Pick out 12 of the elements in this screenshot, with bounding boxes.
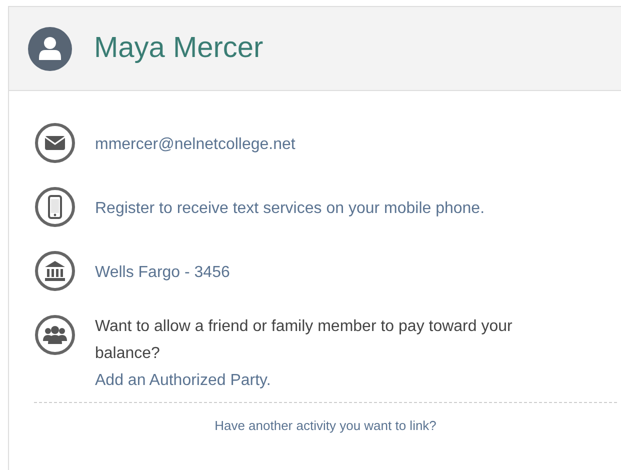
info-link[interactable]: Register to receive text services on your mobile phone. bbox=[95, 200, 485, 217]
user-name: Maya Mercer bbox=[94, 30, 264, 66]
footer-link[interactable]: Have another activity you want to link? bbox=[214, 416, 436, 436]
info-link[interactable]: mmercer@nelnetcollege.net bbox=[95, 136, 296, 153]
bank-icon bbox=[34, 250, 76, 292]
group-icon bbox=[34, 314, 76, 356]
phone-icon bbox=[34, 186, 76, 228]
info-link[interactable]: Wells Fargo - 3456 bbox=[95, 264, 230, 281]
envelope-icon bbox=[34, 122, 76, 164]
user-avatar-icon bbox=[28, 26, 72, 70]
authorized-party-link[interactable]: Add an Authorized Party. bbox=[95, 372, 271, 389]
prompt-text: Want to allow a friend or family member to pay toward your balance? bbox=[95, 317, 514, 364]
